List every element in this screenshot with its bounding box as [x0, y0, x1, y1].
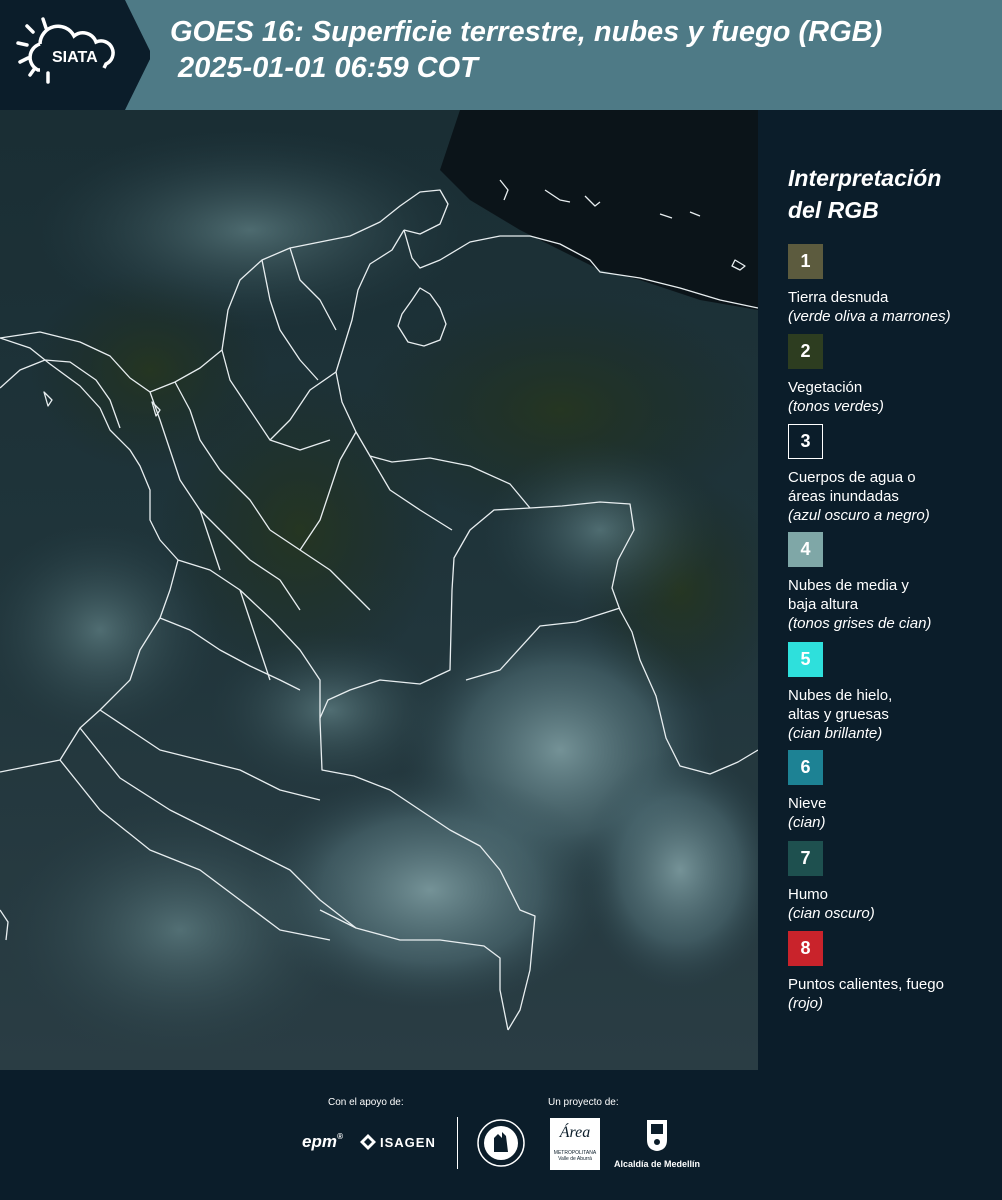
legend-label-3: Cuerpos de agua o áreas inundadas — [788, 469, 916, 505]
legend-num-1: 1 — [800, 251, 811, 271]
legend-num-3: 3 — [800, 431, 811, 451]
satellite-imagery — [0, 110, 758, 1070]
alcaldia-logo-text: Alcaldía de Medellín — [613, 1159, 701, 1169]
page-title: GOES 16: Superficie terrestre, nubes y f… — [170, 14, 882, 86]
legend-item-5: 5 Nubes de hielo, altas y gruesas (cian … — [788, 642, 998, 743]
title-timestamp: 2025-01-01 06:59 COT — [178, 52, 478, 84]
legend-sub-5: (cian brillante) — [788, 725, 883, 742]
siata-logo[interactable]: SIATA — [0, 0, 150, 110]
legend-sub-3: (azul oscuro a negro) — [788, 507, 930, 524]
legend-swatch-5: 5 — [788, 642, 823, 677]
support-label: Con el apoyo de: — [328, 1097, 404, 1108]
isagen-logo[interactable]: ISAGEN — [360, 1134, 436, 1150]
legend-label-4: Nubes de media y baja altura — [788, 577, 909, 613]
legend-item-3: 3 Cuerpos de agua o áreas inundadas (azu… — [788, 424, 998, 525]
legend-item-8: 8 Puntos calientes, fuego (rojo) — [788, 931, 998, 1013]
legend-swatch-6: 6 — [788, 750, 823, 785]
satellite-map[interactable] — [0, 110, 758, 1070]
legend-item-1: 1 Tierra desnuda (verde oliva a marrones… — [788, 244, 998, 326]
legend-sub-8: (rojo) — [788, 995, 824, 1012]
legend-item-6: 6 Nieve (cian) — [788, 750, 998, 832]
legend-item-2: 2 Vegetación (tonos verdes) — [788, 334, 998, 416]
legend-num-6: 6 — [800, 757, 811, 777]
siata-logo-icon: SIATA — [0, 0, 150, 110]
legend-num-8: 8 — [800, 938, 811, 958]
legend-num-2: 2 — [800, 341, 811, 361]
header: SIATA GOES 16: Superficie terrestre, nub… — [0, 0, 1002, 110]
legend-swatch-4: 4 — [788, 532, 823, 567]
legend-sub-7: (cian oscuro) — [788, 905, 875, 922]
area-logo-sub2: Valle de Aburrá — [558, 1156, 592, 1162]
legend-num-4: 4 — [800, 539, 811, 559]
isagen-logo-text: ISAGEN — [380, 1134, 436, 1150]
project-label: Un proyecto de: — [548, 1097, 619, 1108]
legend-num-7: 7 — [800, 848, 811, 868]
legend-swatch-3: 3 — [788, 424, 823, 459]
footer: Con el apoyo de: Un proyecto de: epm® IS… — [0, 1070, 1002, 1200]
legend-panel: Interpretación del RGB 1 Tierra desnuda … — [772, 110, 1002, 1070]
area-logo-name: Área — [559, 1124, 591, 1141]
area-metropolitana-logo[interactable]: Área METROPOLITANA Valle de Aburrá — [550, 1118, 600, 1170]
legend-sub-6: (cian) — [788, 814, 826, 831]
legend-label-1: Tierra desnuda — [788, 289, 889, 306]
medellin-seal-logo[interactable] — [476, 1118, 526, 1173]
legend-label-2: Vegetación — [788, 379, 863, 396]
title-product: GOES 16: Superficie terrestre, nubes y f… — [170, 16, 883, 48]
legend-sub-1: (verde oliva a marrones) — [788, 308, 951, 325]
seal-icon — [477, 1119, 525, 1167]
legend-item-4: 4 Nubes de media y baja altura (tonos gr… — [788, 532, 998, 633]
legend-swatch-8: 8 — [788, 931, 823, 966]
legend-num-5: 5 — [800, 649, 811, 669]
siata-logo-text: SIATA — [52, 49, 98, 66]
legend-title: Interpretación del RGB — [788, 165, 942, 223]
legend-label-7: Humo — [788, 886, 829, 903]
legend-swatch-2: 2 — [788, 334, 823, 369]
legend-sub-4: (tonos grises de cian) — [788, 615, 932, 632]
legend-item-7: 7 Humo (cian oscuro) — [788, 841, 998, 923]
coat-of-arms-icon — [647, 1120, 667, 1151]
legend-sub-2: (tonos verdes) — [788, 398, 884, 415]
isagen-mark-icon — [360, 1134, 376, 1150]
legend-label-8: Puntos calientes, fuego — [788, 976, 944, 993]
epm-logo[interactable]: epm® — [302, 1132, 343, 1152]
legend-swatch-1: 1 — [788, 244, 823, 279]
alcaldia-logo[interactable]: Alcaldía de Medellín — [612, 1118, 702, 1169]
legend-label-5: Nubes de hielo, altas y gruesas — [788, 687, 893, 723]
legend-swatch-7: 7 — [788, 841, 823, 876]
legend-label-6: Nieve — [788, 795, 827, 812]
footer-divider — [457, 1117, 458, 1169]
epm-logo-text: epm — [302, 1132, 337, 1151]
